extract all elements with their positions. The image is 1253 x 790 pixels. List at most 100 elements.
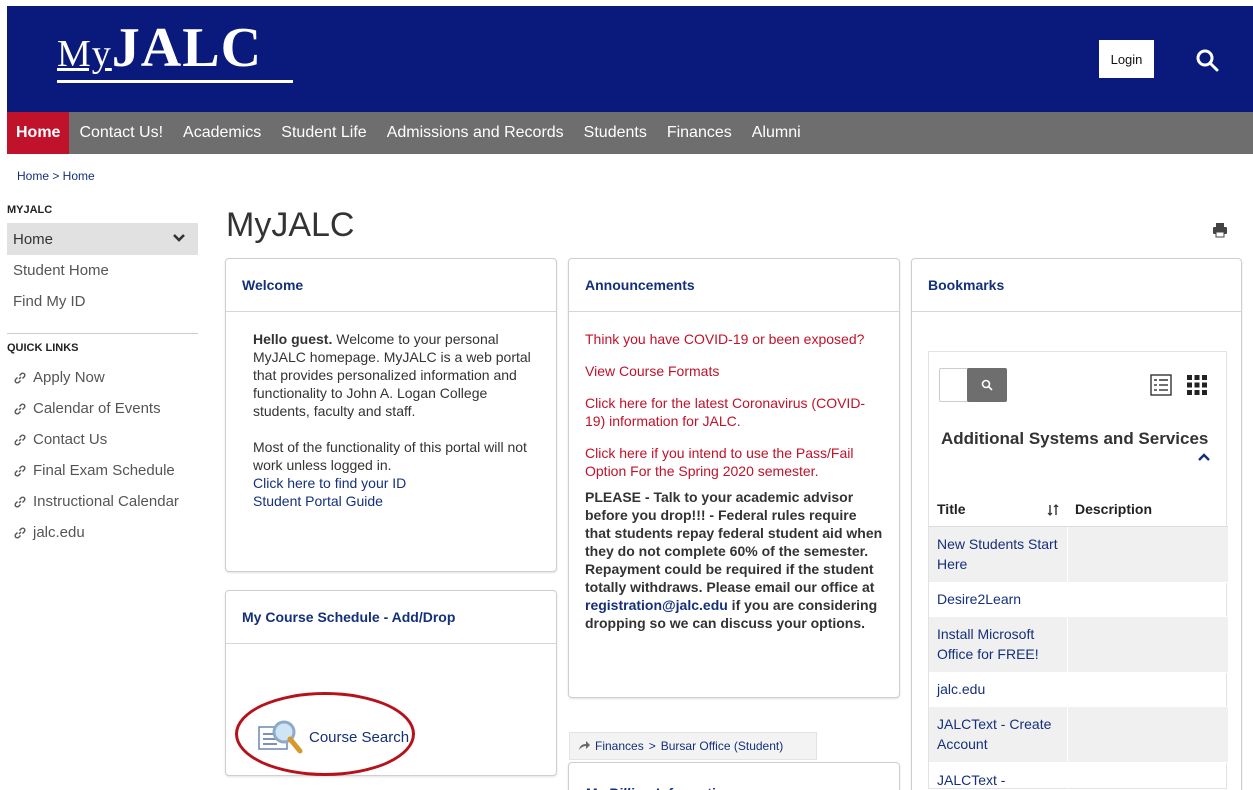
link-icon xyxy=(14,496,26,507)
announcements-title: Announcements xyxy=(569,259,899,312)
bookmark-link[interactable]: JALCText - Manage xyxy=(929,762,1067,790)
page-title: MyJALC xyxy=(226,206,355,244)
bookmark-description xyxy=(1066,616,1228,673)
sidebar-item-student-home[interactable]: Student Home xyxy=(13,262,109,279)
share-arrow-icon xyxy=(579,741,590,750)
grid-view-icon[interactable] xyxy=(1186,374,1208,396)
announcement-course-formats-link[interactable]: View Course Formats xyxy=(585,362,885,380)
table-row[interactable]: Install Microsoft Office for FREE! xyxy=(929,616,1228,673)
quick-link-instructional-calendar[interactable]: Instructional Calendar xyxy=(13,493,179,510)
table-row[interactable]: JALCText - Create Account xyxy=(929,706,1228,763)
notice-text-pre: PLEASE - Talk to your academic advisor b… xyxy=(585,489,883,595)
table-row[interactable]: New Students Start Here xyxy=(929,526,1228,583)
quick-link-contact-us[interactable]: Contact Us xyxy=(13,431,107,448)
finances-breadcrumb: Finances > Bursar Office (Student) xyxy=(569,732,817,760)
nav-item-academics[interactable]: Academics xyxy=(173,112,271,154)
announcements-body: Think you have COVID-19 or been exposed?… xyxy=(569,312,899,632)
welcome-note: Most of the functionality of this portal… xyxy=(253,439,527,473)
welcome-greeting: Hello guest. xyxy=(253,331,333,347)
student-portal-guide-link[interactable]: Student Portal Guide xyxy=(253,492,538,510)
welcome-body: Hello guest. Welcome to your personal My… xyxy=(226,312,556,510)
page-frame: MyJALC Login Home Contact Us! Academics … xyxy=(7,6,1253,790)
logo-jalc-text: JALC xyxy=(111,17,263,79)
list-view-icon[interactable] xyxy=(1150,374,1172,396)
additional-systems-title: Additional Systems and Services xyxy=(941,429,1209,448)
search-toggle-knob[interactable] xyxy=(967,368,1007,402)
bookmark-description xyxy=(1066,582,1228,617)
bookmark-link[interactable]: Install Microsoft Office for FREE! xyxy=(929,616,1067,673)
quick-link-label: Final Exam Schedule xyxy=(33,462,175,479)
link-icon xyxy=(14,434,26,445)
announcements-panel: Announcements Think you have COVID-19 or… xyxy=(568,258,900,698)
nav-item-students[interactable]: Students xyxy=(574,112,657,154)
announcement-coronavirus-info-link[interactable]: Click here for the latest Coronavirus (C… xyxy=(585,394,885,430)
quick-link-apply-now[interactable]: Apply Now xyxy=(13,369,105,386)
sidebar-selected-home[interactable]: Home xyxy=(7,223,198,255)
logo-my-text: My xyxy=(57,33,112,75)
find-id-link[interactable]: Click here to find your ID xyxy=(253,474,538,492)
title-column-label: Title xyxy=(937,500,966,517)
table-row[interactable]: JALCText - Manage xyxy=(929,762,1228,790)
bookmark-link[interactable]: New Students Start Here xyxy=(929,526,1067,583)
chevron-down-icon[interactable] xyxy=(172,231,186,245)
table-row[interactable]: Desire2Learn xyxy=(929,582,1228,617)
bookmarks-title: Bookmarks xyxy=(912,259,1241,312)
breadcrumb[interactable]: Home > Home xyxy=(17,169,95,183)
sidebar-item-find-my-id[interactable]: Find My ID xyxy=(13,293,86,310)
myjalc-logo[interactable]: MyJALC xyxy=(57,17,293,83)
nav-item-alumni[interactable]: Alumni xyxy=(742,112,811,154)
quick-link-label: Apply Now xyxy=(33,369,105,386)
billing-title: My Billing Information xyxy=(569,763,899,790)
announcement-covid-exposed-link[interactable]: Think you have COVID-19 or been exposed? xyxy=(585,330,885,348)
course-search-icon xyxy=(258,720,303,754)
description-column-header[interactable]: Description xyxy=(1067,492,1228,527)
quick-link-label: Calendar of Events xyxy=(33,400,161,417)
logo-underline xyxy=(57,80,293,83)
nav-item-student-life[interactable]: Student Life xyxy=(271,112,376,154)
nav-item-finances[interactable]: Finances xyxy=(657,112,742,154)
login-button[interactable]: Login xyxy=(1099,40,1154,78)
registration-email-link[interactable]: registration@jalc.edu xyxy=(585,597,728,613)
finances-crumb-link[interactable]: Finances xyxy=(595,739,644,753)
bookmarks-panel: Bookmarks Additional Systems and Service… xyxy=(911,258,1242,790)
welcome-title: Welcome xyxy=(226,259,556,312)
search-icon[interactable] xyxy=(1195,48,1219,72)
announcement-drop-notice: PLEASE - Talk to your academic advisor b… xyxy=(585,488,885,632)
print-icon[interactable] xyxy=(1212,222,1228,238)
view-switcher xyxy=(1150,374,1208,396)
nav-item-admissions[interactable]: Admissions and Records xyxy=(377,112,574,154)
link-icon xyxy=(14,465,26,476)
bookmarks-widget: Additional Systems and Services Title De… xyxy=(928,351,1228,790)
bookmark-link[interactable]: JALCText - Create Account xyxy=(929,706,1067,763)
chevron-up-icon[interactable] xyxy=(1198,452,1210,462)
quick-link-final-exam-schedule[interactable]: Final Exam Schedule xyxy=(13,462,175,479)
bookmark-link[interactable]: Desire2Learn xyxy=(929,582,1067,617)
nav-item-home[interactable]: Home xyxy=(7,112,70,154)
quick-link-label: Instructional Calendar xyxy=(33,493,179,510)
title-column-header[interactable]: Title xyxy=(929,492,1067,527)
finances-crumb-sep: > xyxy=(648,739,656,753)
bursar-crumb-link[interactable]: Bursar Office (Student) xyxy=(661,739,784,753)
sort-icon[interactable] xyxy=(1047,503,1059,516)
sidebar-divider xyxy=(7,333,198,334)
bookmarks-table: Title Description New Students Start Her… xyxy=(929,492,1228,790)
link-icon xyxy=(14,372,26,383)
table-row[interactable]: jalc.edu xyxy=(929,672,1228,707)
link-icon xyxy=(14,403,26,414)
bookmark-link[interactable]: jalc.edu xyxy=(929,672,1067,707)
table-header-row: Title Description xyxy=(929,492,1228,527)
quick-link-jalc-edu[interactable]: jalc.edu xyxy=(13,524,85,541)
bookmark-description xyxy=(1066,526,1228,583)
bookmark-description xyxy=(1066,672,1228,707)
main-nav: Home Contact Us! Academics Student Life … xyxy=(7,112,1253,154)
quick-link-label: Contact Us xyxy=(33,431,108,448)
search-toggle[interactable] xyxy=(939,368,1007,402)
nav-item-contact-us[interactable]: Contact Us! xyxy=(69,112,173,154)
link-icon xyxy=(14,527,26,538)
quick-links-title: QUICK LINKS xyxy=(7,342,79,354)
course-search-link[interactable]: Course Search xyxy=(257,718,409,756)
sidebar-section-title: MYJALC xyxy=(7,204,53,216)
course-search-label: Course Search xyxy=(309,728,410,746)
announcement-pass-fail-link[interactable]: Click here if you intend to use the Pass… xyxy=(585,444,885,480)
quick-link-calendar-of-events[interactable]: Calendar of Events xyxy=(13,400,161,417)
